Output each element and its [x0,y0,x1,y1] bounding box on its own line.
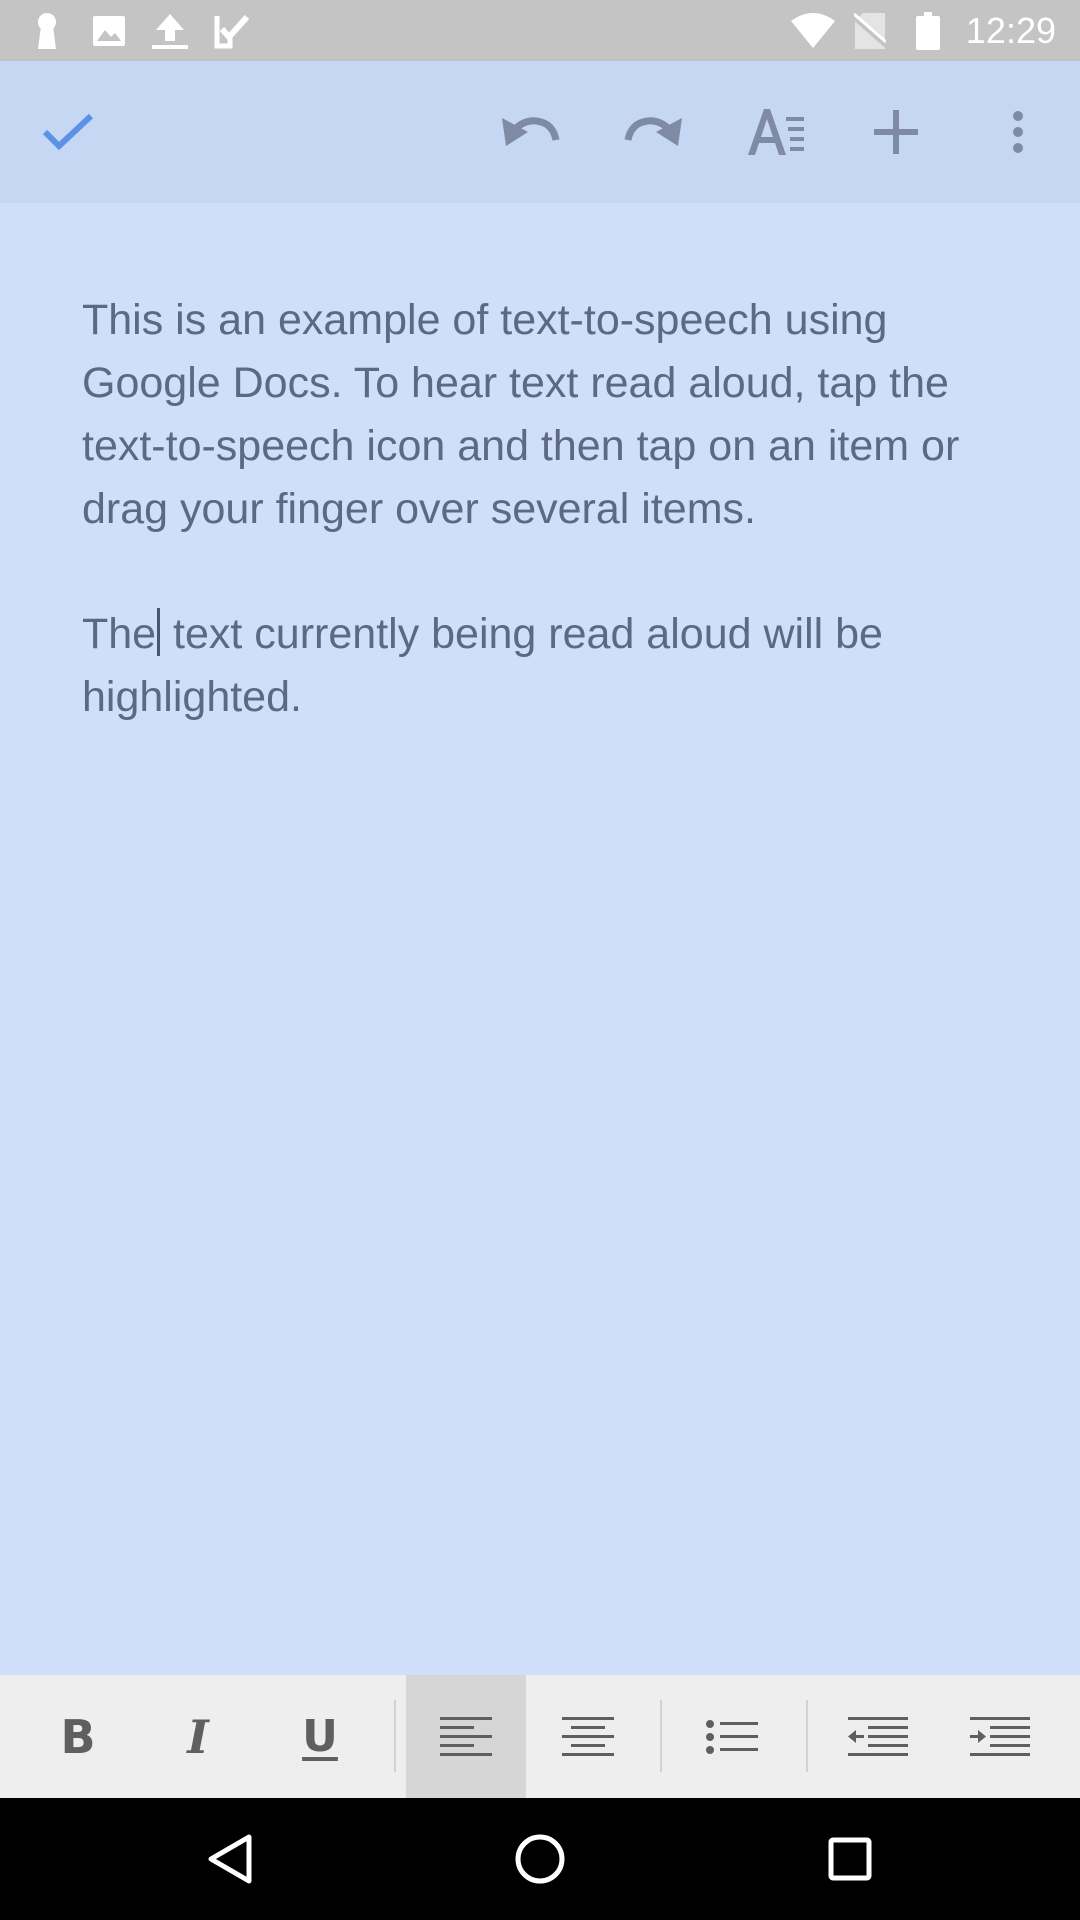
recents-icon [827,1836,873,1882]
battery-icon [916,12,940,50]
align-left-button[interactable] [406,1675,526,1798]
home-button[interactable] [500,1819,580,1899]
decrease-indent-icon [848,1716,908,1757]
italic-label: I [187,1709,209,1764]
redo-icon [624,112,684,152]
bulleted-list-button[interactable] [672,1675,792,1798]
bulleted-list-icon [706,1719,758,1754]
doc-paragraph-2[interactable]: The text currently being read aloud will… [82,603,982,729]
format-separator [806,1700,808,1772]
navigation-bar [0,1798,1080,1920]
text-format-button[interactable] [742,98,810,166]
keyhole-icon [34,12,60,50]
doc-text-after-cursor: text currently being read aloud will be … [82,610,883,721]
bold-label: B [60,1709,96,1764]
recents-button[interactable] [810,1819,890,1899]
text-cursor [157,608,161,656]
document-editor[interactable]: This is an example of text-to-speech usi… [0,203,1080,1675]
back-button[interactable] [190,1819,270,1899]
format-separator [394,1700,396,1772]
doc-text-before-cursor: The [82,610,157,658]
text-format-icon [746,107,806,157]
increase-indent-button[interactable] [940,1675,1060,1798]
image-icon [92,12,126,50]
wifi-icon [790,12,836,50]
task-check-icon [214,12,250,50]
checkmark-icon [41,112,95,152]
back-icon [205,1832,255,1886]
more-vert-icon [1011,110,1025,154]
decrease-indent-button[interactable] [818,1675,938,1798]
home-icon [514,1833,566,1885]
align-left-icon [440,1716,492,1757]
doc-paragraph-1[interactable]: This is an example of text-to-speech usi… [82,289,982,541]
undo-button[interactable] [496,98,564,166]
align-center-button[interactable] [528,1675,648,1798]
format-separator [660,1700,662,1772]
bold-button[interactable]: B [18,1675,138,1798]
italic-button[interactable]: I [138,1675,258,1798]
doc-toolbar [0,61,1080,203]
done-button[interactable] [34,98,102,166]
no-sim-icon [854,12,886,50]
format-bar: B I U [0,1675,1080,1798]
underline-button[interactable]: U [260,1675,380,1798]
more-options-button[interactable] [984,98,1052,166]
increase-indent-icon [970,1716,1030,1757]
redo-button[interactable] [620,98,688,166]
upload-icon [150,12,190,50]
underline-label: U [302,1711,338,1762]
add-icon [874,110,918,154]
add-button[interactable] [862,98,930,166]
status-time: 12:29 [965,10,1056,51]
undo-icon [500,112,560,152]
align-center-icon [562,1716,614,1757]
status-bar: 12:29 [0,0,1080,61]
